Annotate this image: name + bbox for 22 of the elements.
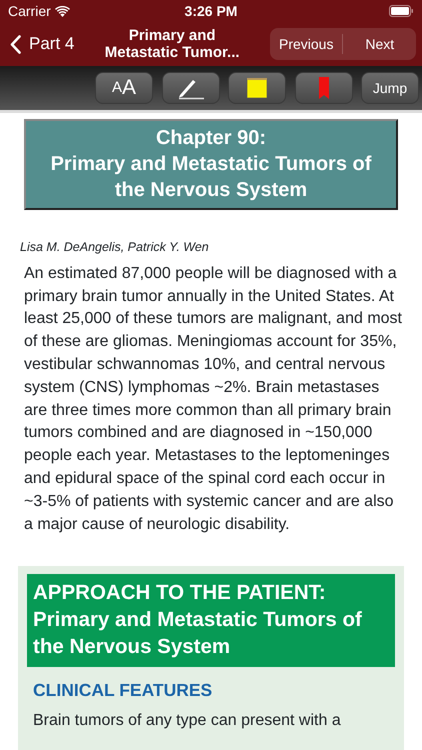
section-subheading: CLINICAL FEATURES: [33, 679, 214, 702]
font-size-button[interactable]: AA: [95, 72, 153, 104]
page-title: Primary and Metastatic Tumor...: [104, 26, 241, 62]
body-paragraph: Brain tumors of any type can present with a: [33, 710, 342, 731]
back-chevron-icon: [10, 34, 21, 54]
bookmark-button[interactable]: [294, 72, 352, 104]
author-names: Lisa M. DeAngelis, Patrick Y. Wen: [20, 239, 210, 256]
carrier-label: Carrier: [8, 2, 51, 20]
previous-button[interactable]: Previous: [270, 34, 342, 54]
note-button[interactable]: [228, 72, 286, 104]
bookmark-icon: [318, 77, 328, 99]
approach-heading: APPROACH TO THE PATIENT: Primary and Metastatic Tumors of the Nervous System: [27, 574, 395, 668]
highlight-button[interactable]: [162, 72, 220, 104]
chapter-heading: Chapter 90: Primary and Metastatic Tumors of the Nervous System: [24, 119, 398, 210]
battery-icon: [389, 5, 414, 17]
wifi-icon: [54, 6, 70, 16]
intro-paragraph: An estimated 87,000 people will be diagnosed with a primary brain tumor annually in the United States. At least 25,000 of these tumors are malignant, and most of these are gliomas. Meningiomas account for 35%, vestibular schwannomas 10%, and central nervous system (CNS) lymphomas ~2%. Brain metastases are three times more common than all primary brain tumors combined and are diagnosed in ~150,000 people each year. Metastases to the leptomeninges and epidural space of the spinal cord each occur in ~3-5% of patients with systemic cancer and are also a major cause of neurologic disability.: [24, 264, 402, 535]
back-button[interactable]: Part 4: [10, 31, 74, 57]
jump-button[interactable]: Jump: [361, 72, 419, 104]
next-button[interactable]: Next: [343, 34, 416, 54]
notepad-icon: [246, 77, 268, 99]
clock-time: 3:26 PM: [184, 2, 238, 20]
